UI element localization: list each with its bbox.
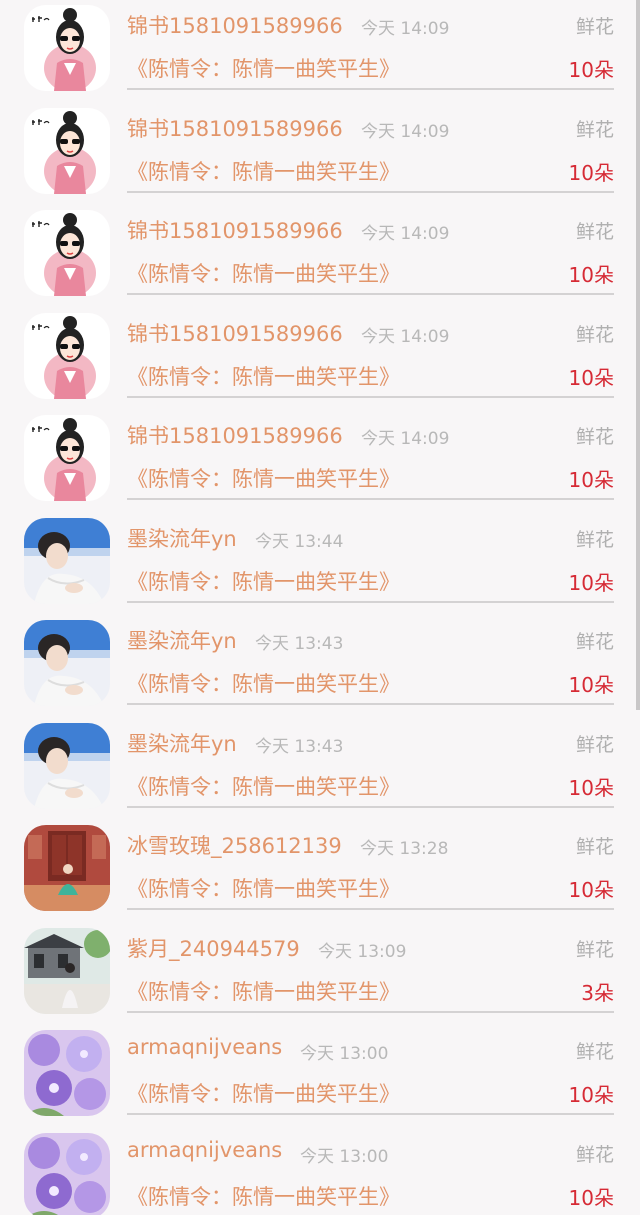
book-title[interactable]: 《陈情令：陈情一曲笑平生》 — [127, 976, 400, 1006]
gift-type-label: 鲜花 — [575, 323, 614, 346]
gift-type-label: 鲜花 — [575, 836, 614, 858]
sender-name[interactable]: 锦书1581091589966 — [127, 215, 343, 245]
gift-type-label: 鲜花 — [575, 733, 614, 756]
list-item[interactable]: 墨染流年yn 今天 13:43 鲜花《陈情令：陈情一曲笑平生》 10朵 — [0, 615, 640, 718]
sender-name[interactable]: 锦书1581091589966 — [127, 10, 343, 40]
gift-count: 10朵 — [568, 263, 614, 287]
gift-count: 10朵 — [568, 58, 614, 82]
divider — [127, 395, 614, 398]
avatar[interactable] — [24, 210, 110, 296]
avatar[interactable] — [24, 107, 110, 194]
book-title[interactable]: 《陈情令：陈情一曲笑平生》 — [127, 668, 400, 698]
gift-count: 10朵 — [568, 365, 614, 390]
list-item[interactable]: 墨染流年yn 今天 13:44 鲜花《陈情令：陈情一曲笑平生》 10朵 — [0, 513, 640, 616]
divider — [127, 1113, 614, 1115]
gift-type-label: 鲜花 — [575, 938, 614, 961]
sender-name[interactable]: 锦书1581091589966 — [127, 318, 343, 348]
sender-name[interactable]: armaqnijveans — [127, 1035, 282, 1059]
divider — [127, 1010, 614, 1013]
timestamp: 今天 14:09 — [361, 224, 450, 244]
list-item[interactable]: 锦书1581091589966 今天 14:09 鲜花《陈情令：陈情一曲笑平生》 10… — [0, 205, 640, 308]
divider — [127, 805, 614, 808]
gift-type-label: 鲜花 — [575, 221, 614, 243]
gift-count: 10朵 — [568, 878, 614, 902]
book-title[interactable]: 《陈情令：陈情一曲笑平生》 — [127, 566, 400, 596]
sender-name[interactable]: 冰雪玫瑰_258612139 — [127, 830, 342, 860]
divider — [127, 498, 614, 500]
scrollbar[interactable] — [636, 0, 640, 710]
sender-name[interactable]: 墨染流年yn — [127, 728, 237, 758]
gift-count: 10朵 — [568, 1185, 614, 1210]
book-title[interactable]: 《陈情令：陈情一曲笑平生》 — [127, 873, 400, 903]
list-item[interactable]: 紫月_240944579 今天 13:09 鲜花《陈情令：陈情一曲笑平生》 3朵 — [0, 923, 640, 1026]
sender-name[interactable]: 锦书1581091589966 — [127, 113, 343, 143]
avatar[interactable] — [24, 620, 110, 706]
list-item[interactable]: armaqnijveans 今天 13:00 鲜花《陈情令：陈情一曲笑平生》 10朵 — [0, 1025, 640, 1128]
sender-name[interactable]: armaqnijveans — [127, 1138, 282, 1162]
timestamp: 今天 13:00 — [300, 1146, 389, 1167]
book-title[interactable]: 《陈情令：陈情一曲笑平生》 — [127, 258, 400, 288]
avatar[interactable] — [24, 415, 110, 501]
gift-count: 10朵 — [568, 570, 614, 595]
divider — [127, 88, 614, 90]
book-title[interactable]: 《陈情令：陈情一曲笑平生》 — [127, 771, 400, 801]
list-item[interactable]: 冰雪玫瑰_258612139 今天 13:28 鲜花《陈情令：陈情一曲笑平生》 10朵 — [0, 820, 640, 923]
book-title[interactable]: 《陈情令：陈情一曲笑平生》 — [127, 1181, 400, 1211]
avatar[interactable] — [24, 5, 110, 91]
gift-type-label: 鲜花 — [575, 118, 614, 141]
list-item[interactable]: 锦书1581091589966 今天 14:09 鲜花《陈情令：陈情一曲笑平生》 10… — [0, 103, 640, 206]
sender-name[interactable]: 锦书1581091589966 — [127, 420, 343, 450]
timestamp: 今天 14:09 — [361, 326, 450, 347]
gift-type-label: 鲜花 — [575, 528, 614, 551]
sender-name[interactable]: 墨染流年yn — [127, 523, 237, 553]
list-item[interactable]: 锦书1581091589966 今天 14:09 鲜花《陈情令：陈情一曲笑平生》 10… — [0, 410, 640, 513]
sender-name[interactable]: 紫月_240944579 — [127, 933, 300, 963]
divider — [127, 703, 614, 705]
timestamp: 今天 13:43 — [255, 634, 344, 654]
list-item[interactable]: armaqnijveans 今天 13:00 鲜花《陈情令：陈情一曲笑平生》 10朵 — [0, 1128, 640, 1215]
list-item[interactable]: 锦书1581091589966 今天 14:09 鲜花《陈情令：陈情一曲笑平生》 10… — [0, 308, 640, 411]
book-title[interactable]: 《陈情令：陈情一曲笑平生》 — [127, 156, 400, 186]
divider — [127, 190, 614, 193]
book-title[interactable]: 《陈情令：陈情一曲笑平生》 — [127, 1078, 400, 1108]
avatar[interactable] — [24, 722, 110, 809]
gift-type-label: 鲜花 — [575, 16, 614, 38]
timestamp: 今天 13:43 — [255, 736, 344, 757]
timestamp: 今天 14:09 — [361, 429, 450, 449]
divider — [127, 908, 614, 910]
book-title[interactable]: 《陈情令：陈情一曲笑平生》 — [127, 361, 400, 391]
avatar[interactable] — [24, 825, 110, 911]
gift-count: 10朵 — [568, 468, 614, 492]
divider — [127, 293, 614, 295]
gift-count: 10朵 — [568, 160, 614, 185]
gift-type-label: 鲜花 — [575, 426, 614, 448]
timestamp: 今天 13:09 — [318, 941, 407, 962]
sender-name[interactable]: 墨染流年yn — [127, 625, 237, 655]
book-title[interactable]: 《陈情令：陈情一曲笑平生》 — [127, 463, 400, 493]
gift-count: 10朵 — [568, 1083, 614, 1107]
divider — [127, 600, 614, 603]
gift-count: 3朵 — [581, 980, 614, 1005]
avatar[interactable] — [24, 517, 110, 604]
timestamp: 今天 13:28 — [360, 839, 449, 859]
gift-type-label: 鲜花 — [575, 631, 614, 653]
list-item[interactable]: 锦书1581091589966 今天 14:09 鲜花《陈情令：陈情一曲笑平生》 10… — [0, 0, 640, 103]
avatar[interactable] — [24, 1132, 110, 1215]
gift-count: 10朵 — [568, 673, 614, 697]
timestamp: 今天 14:09 — [361, 121, 450, 142]
gift-record-list: 锦书1581091589966 今天 14:09 鲜花 《陈情令：陈情一曲笑平生》 10… — [0, 0, 640, 1215]
avatar[interactable] — [24, 927, 110, 1014]
timestamp: 今天 13:44 — [255, 531, 344, 552]
book-title[interactable]: 《陈情令：陈情一曲笑平生》 — [127, 53, 400, 83]
gift-type-label: 鲜花 — [575, 1143, 614, 1166]
gift-count: 10朵 — [568, 775, 614, 800]
avatar[interactable] — [24, 312, 110, 399]
list-item[interactable]: 墨染流年yn 今天 13:43 鲜花《陈情令：陈情一曲笑平生》 10朵 — [0, 718, 640, 821]
timestamp: 今天 13:00 — [300, 1044, 389, 1064]
timestamp: 今天 14:09 — [361, 19, 450, 39]
gift-type-label: 鲜花 — [575, 1041, 614, 1063]
avatar[interactable] — [24, 1030, 110, 1116]
